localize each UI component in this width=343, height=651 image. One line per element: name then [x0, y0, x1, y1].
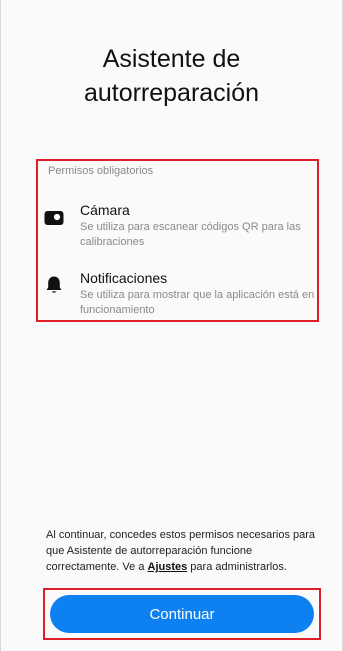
page-title: Asistente de autorreparación — [0, 42, 343, 110]
permissions-header: Permisos obligatorios — [48, 165, 154, 177]
bell-icon — [44, 275, 64, 295]
continue-button-highlight: Continuar — [43, 588, 321, 640]
camera-icon — [44, 207, 64, 227]
permission-name-notifications: Notificaciones — [80, 270, 168, 286]
settings-link[interactable]: Ajustes — [148, 561, 188, 573]
continue-button[interactable]: Continuar — [50, 595, 314, 633]
permission-name-camera: Cámara — [80, 202, 130, 218]
page-title-line-1: Asistente de — [102, 45, 241, 73]
permission-description-camera: Se utiliza para escanear códigos QR para… — [80, 221, 301, 248]
permissions-section: Permisos obligatorios Cámara Se utiliza … — [36, 159, 319, 322]
permissions-screen: Asistente de autorreparación Permisos ob… — [0, 0, 343, 651]
footer-consent-text: Al continuar, concedes estos permisos ne… — [46, 527, 316, 575]
permission-description-notifications: Se utiliza para mostrar que la aplicació… — [80, 289, 315, 316]
page-title-line-2: autorreparación — [83, 79, 260, 107]
footer-text-after: para administrarlos. — [187, 561, 287, 573]
